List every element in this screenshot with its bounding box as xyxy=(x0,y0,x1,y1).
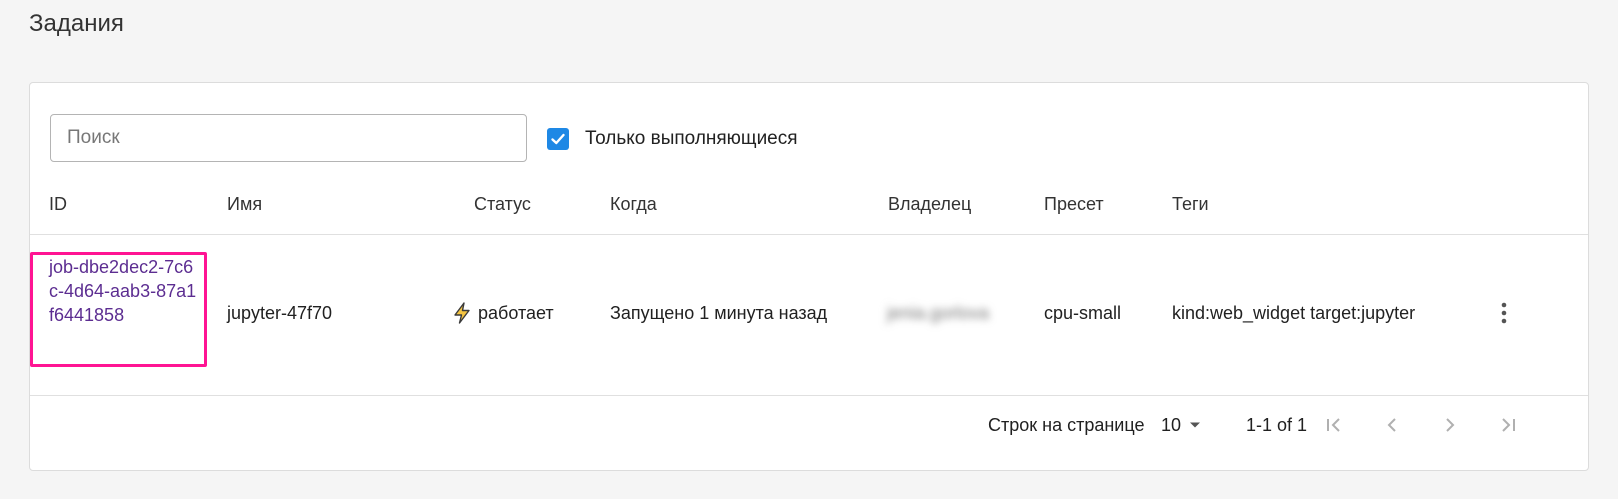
more-vertical-icon xyxy=(1501,302,1507,324)
footer-divider xyxy=(30,395,1588,396)
column-header-preset[interactable]: Пресет xyxy=(1044,192,1104,216)
job-name: jupyter-47f70 xyxy=(227,303,333,323)
job-status: работает xyxy=(452,301,554,325)
lightning-icon xyxy=(454,302,470,324)
chevron-right-icon xyxy=(1446,418,1455,432)
header-divider xyxy=(30,234,1588,235)
job-when: Запущено 1 минута назад xyxy=(610,303,828,323)
rows-per-page-select[interactable]: 10 xyxy=(1161,413,1201,437)
last-page-icon xyxy=(1502,418,1515,432)
row-more-menu-button[interactable] xyxy=(1492,298,1516,328)
column-header-owner[interactable]: Владелец xyxy=(888,192,971,216)
chevron-left-icon xyxy=(1387,418,1396,432)
rows-per-page-label: Строк на странице xyxy=(988,415,1145,435)
jobs-card: Только выполняющиеся ID Имя Статус Когда… xyxy=(29,82,1589,471)
job-owner: jenia.gorlova xyxy=(887,303,990,323)
previous-page-button[interactable] xyxy=(1378,411,1406,439)
caret-down-icon xyxy=(1190,422,1201,428)
job-tags: kind:web_widget target:jupyter xyxy=(1172,303,1416,323)
running-only-checkbox[interactable] xyxy=(547,127,569,150)
column-header-id[interactable]: ID xyxy=(49,192,67,216)
column-header-status[interactable]: Статус xyxy=(474,192,531,216)
column-header-name[interactable]: Имя xyxy=(227,192,262,216)
running-only-filter[interactable]: Только выполняющиеся xyxy=(547,127,798,150)
next-page-button[interactable] xyxy=(1436,411,1464,439)
search-input[interactable] xyxy=(50,114,527,162)
first-page-icon xyxy=(1327,418,1340,432)
job-preset: cpu-small xyxy=(1044,303,1122,323)
page-title: Задания xyxy=(29,10,124,37)
last-page-button[interactable] xyxy=(1494,411,1522,439)
checkmark-icon xyxy=(551,133,565,144)
job-status-text: работает xyxy=(478,303,554,323)
column-header-when[interactable]: Когда xyxy=(610,192,657,216)
pagination-range: 1-1 of 1 xyxy=(1246,415,1308,435)
running-only-label: Только выполняющиеся xyxy=(585,127,798,149)
rows-per-page-value: 10 xyxy=(1161,415,1182,435)
column-header-tags[interactable]: Теги xyxy=(1172,192,1209,216)
first-page-button[interactable] xyxy=(1320,411,1348,439)
job-id-link[interactable]: job-dbe2dec2-7c6c-4d64-aab3-87a1f6441858 xyxy=(49,255,199,327)
